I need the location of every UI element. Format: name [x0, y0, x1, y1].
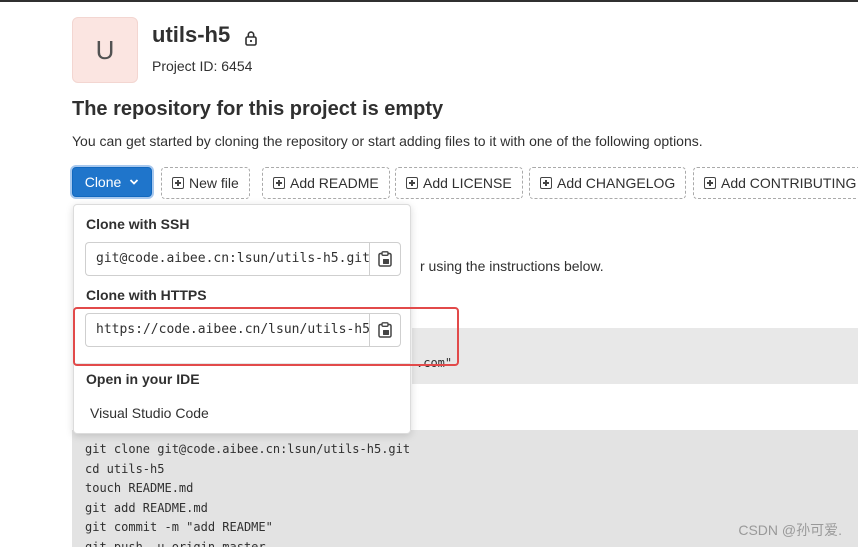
open-in-vscode-item[interactable]: Visual Studio Code	[90, 405, 209, 421]
add-license-label: Add LICENSE	[423, 175, 512, 191]
add-readme-label: Add README	[290, 175, 379, 191]
add-changelog-button[interactable]: Add CHANGELOG	[529, 167, 687, 199]
annotation-highlight-box	[73, 307, 459, 366]
empty-repo-heading: The repository for this project is empty	[72, 98, 444, 120]
plus-square-icon	[704, 177, 716, 189]
add-contributing-label: Add CONTRIBUTING	[721, 175, 857, 191]
empty-repo-description: You can get started by cloning the repos…	[72, 133, 703, 149]
project-id: Project ID: 6454	[152, 58, 253, 74]
chevron-down-icon	[130, 179, 139, 185]
plus-square-icon	[540, 177, 552, 189]
clone-button[interactable]: Clone	[72, 167, 152, 197]
watermark-text: CSDN @孙可爱.	[738, 522, 842, 538]
top-border	[0, 0, 858, 2]
new-file-label: New file	[189, 175, 239, 191]
add-changelog-label: Add CHANGELOG	[557, 175, 676, 191]
clone-ssh-label: Clone with SSH	[86, 216, 190, 232]
new-file-button[interactable]: New file	[161, 167, 250, 199]
add-contributing-button[interactable]: Add CONTRIBUTING	[693, 167, 858, 199]
instructions-text: r using the instructions below.	[420, 258, 604, 274]
add-readme-button[interactable]: Add README	[262, 167, 390, 199]
project-avatar: U	[72, 17, 138, 83]
plus-square-icon	[273, 177, 285, 189]
clone-https-label: Clone with HTTPS	[86, 287, 207, 303]
ssh-url-group: git@code.aibee.cn:lsun/utils-h5.git	[85, 242, 401, 276]
add-license-button[interactable]: Add LICENSE	[395, 167, 523, 199]
plus-square-icon	[406, 177, 418, 189]
code-snippet-band	[412, 328, 858, 384]
plus-square-icon	[172, 177, 184, 189]
ssh-url-input[interactable]: git@code.aibee.cn:lsun/utils-h5.git	[85, 242, 369, 276]
clone-button-label: Clone	[84, 174, 122, 190]
copy-ssh-url-button[interactable]	[369, 242, 401, 276]
lock-icon	[245, 31, 257, 46]
clipboard-icon	[378, 251, 392, 267]
project-name[interactable]: utils-h5	[152, 22, 230, 48]
open-in-ide-label: Open in your IDE	[86, 371, 200, 387]
